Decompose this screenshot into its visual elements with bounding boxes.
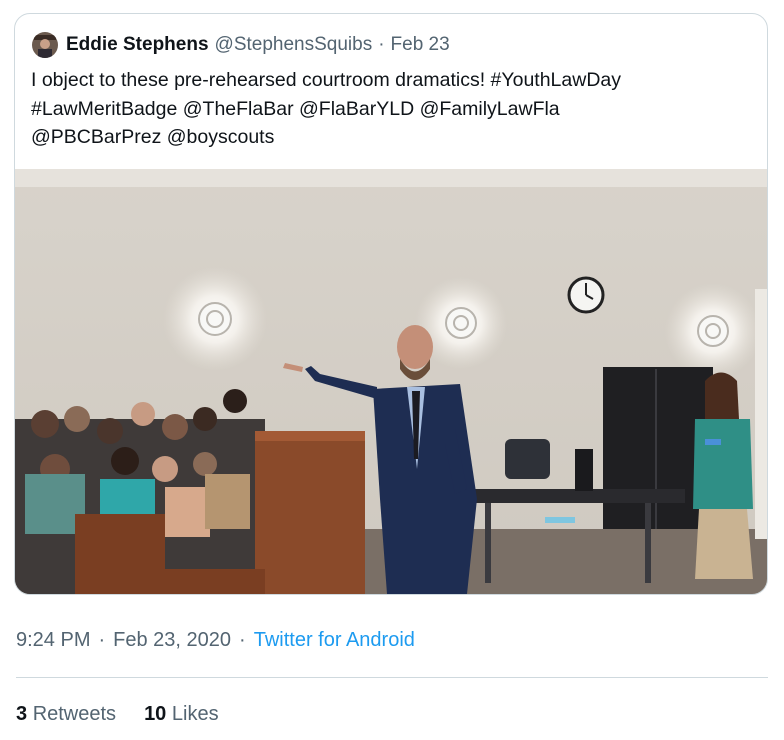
retweets-stat[interactable]: 3 Retweets (16, 703, 116, 726)
tweet-time[interactable]: 9:24 PM (16, 629, 90, 651)
tweet-date[interactable]: Feb 23 (391, 34, 450, 56)
avatar[interactable] (32, 32, 58, 58)
wall-clock (567, 276, 605, 314)
tweet-text-line: I object to these pre-rehearsed courtroo… (31, 69, 622, 91)
meta-separator: · (98, 629, 106, 651)
author-handle[interactable]: @StephensSquibs (215, 34, 373, 56)
author-name[interactable]: Eddie Stephens (66, 34, 209, 56)
source-link[interactable]: Twitter for Android (254, 629, 415, 651)
meta-separator: · (239, 629, 246, 651)
tweet-meta: 9:24 PM · Feb 23, 2020 · Twitter for Android (16, 629, 415, 652)
divider (16, 677, 768, 678)
engagement-stats: 3 Retweets 10 Likes (16, 703, 247, 726)
tweet-photo[interactable] (15, 169, 767, 594)
likes-label: Likes (171, 703, 219, 725)
retweets-label: Retweets (32, 703, 117, 725)
wall-light (163, 267, 267, 371)
tweet-header: Eddie Stephens @StephensSquibs · Feb 23 (32, 32, 450, 58)
retweets-count: 3 (16, 703, 28, 725)
tweet-full-date[interactable]: Feb 23, 2020 (113, 629, 231, 651)
tweet-text: I object to these pre-rehearsed courtroo… (31, 66, 751, 152)
tweet-text-line: #LawMeritBadge @TheFlaBar @FlaBarYLD @Fa… (31, 97, 560, 120)
likes-count: 10 (144, 703, 167, 725)
header-separator: · (378, 34, 385, 55)
tweet-text-line: @PBCBarPrez @boyscouts (31, 126, 275, 148)
wall-light (665, 283, 761, 379)
likes-stat[interactable]: 10 Likes (144, 703, 219, 726)
tweet-card[interactable]: Eddie Stephens @StephensSquibs · Feb 23 … (14, 13, 768, 595)
